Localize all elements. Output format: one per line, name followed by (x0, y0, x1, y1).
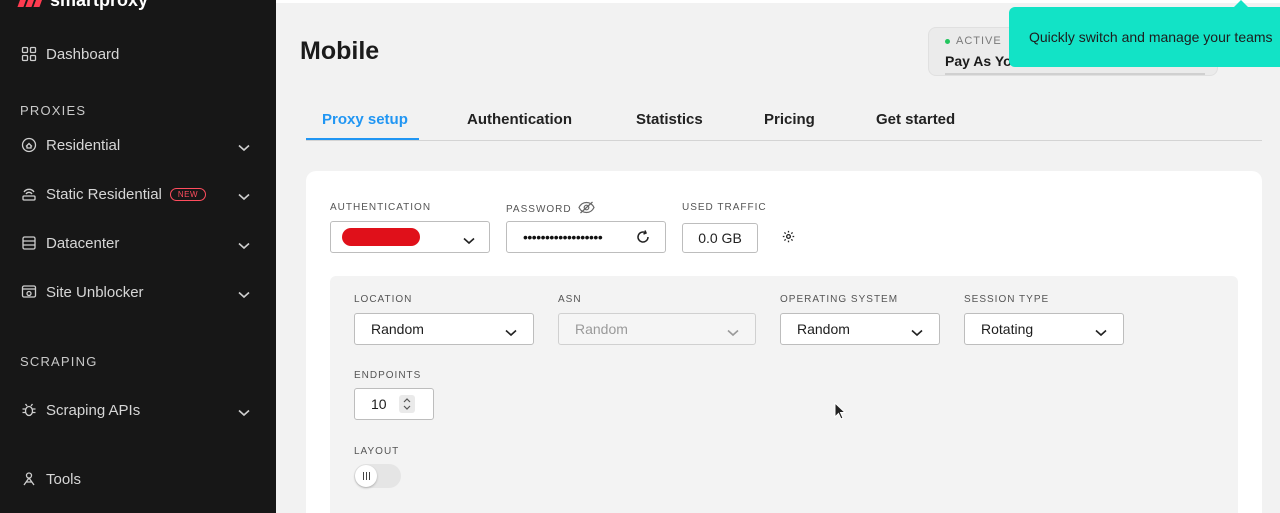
chevron-down-icon (238, 188, 250, 206)
status-label: ACTIVE (956, 35, 1002, 47)
asn-value: Random (575, 321, 628, 337)
teams-tooltip: Quickly switch and manage your teams (1009, 0, 1280, 67)
tools-icon (20, 470, 38, 488)
sidebar-item-label: Residential (46, 136, 121, 154)
chevron-down-icon (1095, 324, 1107, 340)
tab-statistics[interactable]: Statistics (636, 111, 703, 128)
location-label: LOCATION (354, 294, 413, 305)
sidebar-item-scraping-apis[interactable]: Scraping APIs (20, 396, 256, 424)
refresh-icon[interactable] (635, 229, 651, 250)
bug-icon (20, 401, 38, 419)
chevron-down-icon (238, 139, 250, 157)
active-tab-indicator (306, 138, 419, 140)
proxy-setup-card: AUTHENTICATION PASSWORD ••••••••••••••••… (306, 171, 1262, 513)
plan-progress-bar (945, 73, 1205, 75)
password-field[interactable]: •••••••••••••••••• (506, 221, 666, 253)
tab-get-started[interactable]: Get started (876, 111, 955, 128)
endpoints-value: 10 (371, 396, 387, 412)
password-label-row: PASSWORD (506, 201, 595, 217)
static-residential-icon (20, 185, 38, 203)
sidebar: smartproxy Dashboard PROXIES Residential… (0, 0, 276, 513)
tab-bar: Proxy setup Authentication Statistics Pr… (306, 98, 1262, 141)
proxy-parameters-panel: LOCATION Random ASN Random OPERATING SYS… (330, 276, 1238, 513)
authentication-label: AUTHENTICATION (330, 202, 432, 213)
mouse-cursor-icon (834, 401, 847, 425)
brand-name: smartproxy (50, 0, 149, 10)
sidebar-item-label: Scraping APIs (46, 401, 141, 419)
endpoints-label: ENDPOINTS (354, 370, 422, 381)
top-bar (276, 0, 1280, 3)
status-dot-icon (945, 38, 950, 44)
endpoints-stepper[interactable]: 10 (354, 388, 434, 420)
asn-select[interactable]: Random (558, 313, 756, 345)
sidebar-item-tools[interactable]: Tools (20, 465, 256, 493)
layout-toggle[interactable] (354, 464, 401, 488)
location-value: Random (371, 321, 424, 337)
brand[interactable]: smartproxy (17, 0, 149, 10)
sidebar-item-dashboard[interactable]: Dashboard (20, 40, 256, 68)
session-type-label: SESSION TYPE (964, 294, 1050, 305)
location-select[interactable]: Random (354, 313, 534, 345)
sidebar-item-label: Datacenter (46, 234, 120, 252)
sidebar-item-label: Dashboard (46, 45, 120, 63)
dashboard-icon (20, 45, 38, 63)
sidebar-item-static-residential[interactable]: Static Residential NEW (20, 180, 256, 208)
used-traffic-label: USED TRAFFIC (682, 202, 767, 213)
authentication-select[interactable] (330, 221, 490, 253)
os-select[interactable]: Random (780, 313, 940, 345)
chevron-down-icon (911, 324, 923, 340)
new-badge: NEW (169, 187, 207, 201)
site-unblocker-icon (20, 283, 38, 301)
asn-label: ASN (558, 294, 582, 305)
residential-icon (20, 136, 38, 154)
sidebar-item-label: Site Unblocker (46, 283, 144, 301)
password-label: PASSWORD (506, 203, 572, 215)
session-type-select[interactable]: Rotating (964, 313, 1124, 345)
os-value: Random (797, 321, 850, 337)
chevron-down-icon (238, 237, 250, 255)
sidebar-item-datacenter[interactable]: Datacenter (20, 229, 256, 257)
layout-label: LAYOUT (354, 446, 400, 457)
tab-proxy-setup[interactable]: Proxy setup (322, 111, 408, 128)
section-title-scraping: SCRAPING (20, 354, 98, 369)
tab-authentication[interactable]: Authentication (467, 111, 572, 128)
toggle-knob (355, 465, 377, 487)
password-value: •••••••••••••••••• (523, 229, 603, 245)
page-title: Mobile (300, 37, 380, 65)
sidebar-item-site-unblocker[interactable]: Site Unblocker (20, 278, 256, 306)
sidebar-item-residential[interactable]: Residential (20, 131, 256, 159)
datacenter-icon (20, 234, 38, 252)
chevron-down-icon (727, 324, 739, 340)
chevron-down-icon (463, 232, 475, 250)
sidebar-item-label: Static Residential (46, 185, 162, 203)
plan-status: ACTIVE (945, 35, 1002, 47)
session-type-value: Rotating (981, 321, 1034, 337)
tab-pricing[interactable]: Pricing (764, 111, 815, 128)
redacted-username (342, 228, 420, 246)
eye-slash-icon[interactable] (577, 201, 595, 217)
os-label: OPERATING SYSTEM (780, 294, 899, 305)
chevron-down-icon (238, 286, 250, 304)
sidebar-item-label: Tools (46, 470, 82, 488)
gear-icon[interactable] (782, 230, 795, 248)
used-traffic-display: 0.0 GB (682, 223, 758, 253)
smartproxy-logo-icon (17, 0, 45, 7)
chevron-down-icon (238, 404, 250, 422)
section-title-proxies: PROXIES (20, 103, 87, 118)
tooltip-text: Quickly switch and manage your teams (1029, 29, 1273, 45)
chevron-down-icon (505, 324, 517, 340)
used-traffic-value: 0.0 GB (698, 230, 742, 246)
stepper-arrows-icon[interactable] (399, 395, 415, 413)
